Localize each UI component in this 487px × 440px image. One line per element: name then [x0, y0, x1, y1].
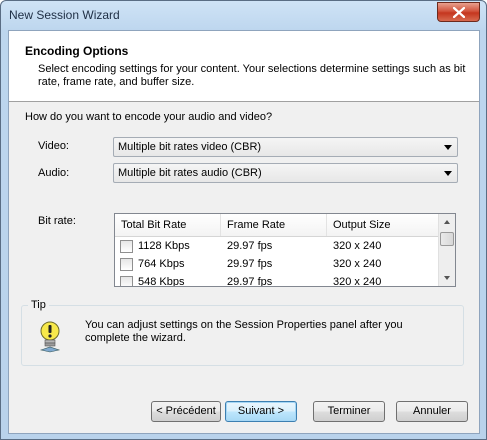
vertical-scrollbar[interactable]: [438, 214, 455, 286]
video-label: Video:: [38, 140, 69, 152]
audio-dropdown[interactable]: Multiple bit rates audio (CBR): [113, 163, 458, 183]
page-title: Encoding Options: [25, 44, 129, 58]
bitrate-list[interactable]: Total Bit Rate Frame Rate Output Size 11…: [114, 213, 456, 287]
scroll-thumb[interactable]: [440, 232, 454, 246]
chevron-down-icon: [444, 276, 450, 280]
row-checkbox[interactable]: [120, 276, 133, 286]
close-icon: [452, 6, 465, 18]
column-header-output-size[interactable]: Output Size: [327, 214, 439, 236]
output-size-cell: 320 x 240: [333, 276, 382, 287]
tip-label: Tip: [28, 299, 49, 311]
window-title: New Session Wizard: [9, 8, 120, 22]
close-button[interactable]: [437, 2, 480, 22]
video-dropdown[interactable]: Multiple bit rates video (CBR): [113, 137, 458, 157]
chevron-down-icon: [444, 171, 452, 176]
chevron-down-icon: [444, 145, 452, 150]
row-checkbox[interactable]: [120, 240, 133, 253]
bitrate-label: Bit rate:: [38, 215, 76, 227]
page-description: Select encoding settings for your conten…: [38, 63, 466, 88]
next-button[interactable]: Suivant >: [225, 401, 297, 422]
scroll-down-button[interactable]: [439, 270, 455, 286]
wizard-header: Encoding Options Select encoding setting…: [9, 31, 479, 102]
frame-rate-cell: 29.97 fps: [227, 258, 273, 270]
table-row[interactable]: 1128 Kbps 29.97 fps 320 x 240: [115, 238, 439, 256]
bitrate-cell: 548 Kbps: [138, 276, 185, 287]
chevron-up-icon: [444, 220, 450, 224]
back-button[interactable]: < Précédent: [151, 401, 221, 422]
tip-text: You can adjust settings on the Session P…: [85, 319, 403, 344]
wizard-client-area: Encoding Options Select encoding setting…: [8, 30, 480, 434]
title-bar[interactable]: New Session Wizard: [1, 1, 486, 29]
audio-dropdown-value: Multiple bit rates audio (CBR): [118, 167, 262, 179]
encode-question: How do you want to encode your audio and…: [25, 111, 273, 123]
column-header-total-bit-rate[interactable]: Total Bit Rate: [115, 214, 221, 236]
bitrate-cell: 764 Kbps: [138, 258, 185, 270]
bitrate-cell: 1128 Kbps: [138, 240, 190, 252]
video-dropdown-value: Multiple bit rates video (CBR): [118, 141, 262, 153]
finish-button[interactable]: Terminer: [313, 401, 385, 422]
audio-label: Audio:: [38, 167, 70, 179]
table-row[interactable]: 548 Kbps 29.97 fps 320 x 240: [115, 274, 439, 287]
column-header-frame-rate[interactable]: Frame Rate: [221, 214, 327, 236]
scroll-up-button[interactable]: [439, 214, 455, 230]
row-checkbox[interactable]: [120, 258, 133, 271]
output-size-cell: 320 x 240: [333, 258, 382, 270]
lightbulb-tip-icon: [39, 321, 61, 353]
output-size-cell: 320 x 240: [333, 240, 382, 252]
bitrate-list-header: Total Bit Rate Frame Rate Output Size: [115, 214, 439, 237]
cancel-button[interactable]: Annuler: [396, 401, 468, 422]
wizard-window: New Session Wizard Encoding Options Sele…: [0, 0, 487, 440]
frame-rate-cell: 29.97 fps: [227, 240, 273, 252]
table-row[interactable]: 764 Kbps 29.97 fps 320 x 240: [115, 256, 439, 274]
frame-rate-cell: 29.97 fps: [227, 276, 273, 287]
